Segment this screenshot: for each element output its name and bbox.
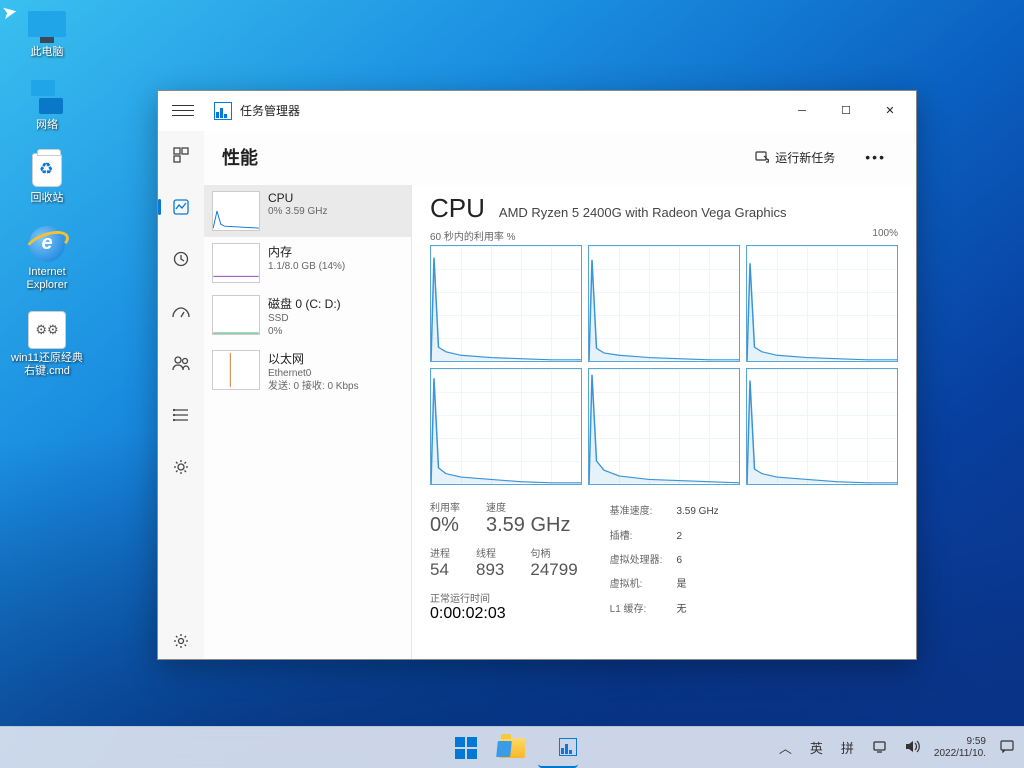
stat-speed: 3.59 GHz <box>486 514 570 537</box>
desktop-icon-cmdfile[interactable]: win11还原经典右键.cmd <box>10 310 84 378</box>
run-task-icon <box>755 150 769 164</box>
minimize-button[interactable]: ─ <box>780 95 824 127</box>
ime-indicator-2[interactable]: 拼 <box>837 734 858 761</box>
cpu-heading: CPU <box>430 193 485 224</box>
close-button[interactable]: ✕ <box>868 95 912 127</box>
list-item-ethernet[interactable]: 以太网Ethernet0 发送: 0 接收: 0 Kbps <box>204 344 411 399</box>
hamburger-icon[interactable] <box>172 105 194 116</box>
taskmanager-icon <box>559 738 577 756</box>
nav-users[interactable] <box>163 345 199 381</box>
nav-processes[interactable] <box>163 137 199 173</box>
windows-logo-icon <box>455 737 477 759</box>
folder-icon <box>499 738 525 758</box>
desktop-icon-ie[interactable]: eInternet Explorer <box>10 224 84 292</box>
nav-startup[interactable] <box>163 293 199 329</box>
stat-uptime: 0:00:02:03 <box>430 605 578 623</box>
window-title: 任务管理器 <box>240 102 300 119</box>
nav-details[interactable] <box>163 397 199 433</box>
maximize-button[interactable]: ☐ <box>824 95 868 127</box>
stat-util: 0% <box>430 514 460 537</box>
list-item-cpu[interactable]: CPU0% 3.59 GHz <box>204 185 411 237</box>
stat-proc: 54 <box>430 560 450 580</box>
run-new-task-button[interactable]: 运行新任务 <box>743 141 847 173</box>
resource-list: CPU0% 3.59 GHz 内存1.1/8.0 GB (14%) 磁盘 0 (… <box>204 185 412 659</box>
nav-services[interactable] <box>163 449 199 485</box>
nav-history[interactable] <box>163 241 199 277</box>
start-button[interactable] <box>446 728 486 768</box>
cpu-model: AMD Ryzen 5 2400G with Radeon Vega Graph… <box>499 205 787 220</box>
desktop-icon-thispc[interactable]: 此电脑 <box>10 4 84 59</box>
stat-thread: 893 <box>476 560 504 580</box>
ime-indicator-1[interactable]: 英 <box>806 734 827 761</box>
network-icon[interactable] <box>868 736 891 760</box>
list-item-memory[interactable]: 内存1.1/8.0 GB (14%) <box>204 237 411 289</box>
notifications-icon[interactable] <box>996 735 1018 760</box>
cpu-thumb <box>212 191 260 231</box>
system-tray: ︿ 英 拼 9:59 2022/11/10. <box>775 734 1018 761</box>
taskbar: ︿ 英 拼 9:59 2022/11/10. <box>0 726 1024 768</box>
nav-settings[interactable] <box>163 623 199 659</box>
volume-icon[interactable] <box>901 736 924 760</box>
memory-thumb <box>212 243 260 283</box>
page-title: 性能 <box>222 144 258 170</box>
list-item-disk[interactable]: 磁盘 0 (C: D:)SSD 0% <box>204 289 411 344</box>
desktop-icon-network[interactable]: 网络 <box>10 77 84 132</box>
page-header: 性能 运行新任务 ••• <box>204 131 916 185</box>
titlebar[interactable]: 任务管理器 ─ ☐ ✕ <box>158 91 916 131</box>
nav-performance[interactable] <box>163 189 199 225</box>
stat-handle: 24799 <box>530 560 577 580</box>
disk-thumb <box>212 295 260 335</box>
main-panel: CPU AMD Ryzen 5 2400G with Radeon Vega G… <box>412 185 916 659</box>
taskbar-clock[interactable]: 9:59 2022/11/10. <box>934 736 986 760</box>
cpu-side-info: 基准速度:3.59 GHz 插槽:2 虚拟处理器:6 虚拟机:是 L1 缓存:无 <box>608 499 721 623</box>
desktop-icons: 此电脑 网络 回收站 eInternet Explorer win11还原经典右… <box>10 0 84 378</box>
cpu-charts[interactable] <box>430 245 898 485</box>
taskmanager-window: 任务管理器 ─ ☐ ✕ 性能 运行新任务 <box>157 90 917 660</box>
desktop-icon-recyclebin[interactable]: 回收站 <box>10 150 84 205</box>
tray-chevron-icon[interactable]: ︿ <box>775 734 796 761</box>
app-icon <box>214 102 232 120</box>
taskbar-explorer[interactable] <box>492 728 532 768</box>
taskbar-taskmanager[interactable] <box>538 728 578 768</box>
ethernet-thumb <box>212 350 260 390</box>
more-button[interactable]: ••• <box>853 141 898 173</box>
nav-rail <box>158 131 204 659</box>
